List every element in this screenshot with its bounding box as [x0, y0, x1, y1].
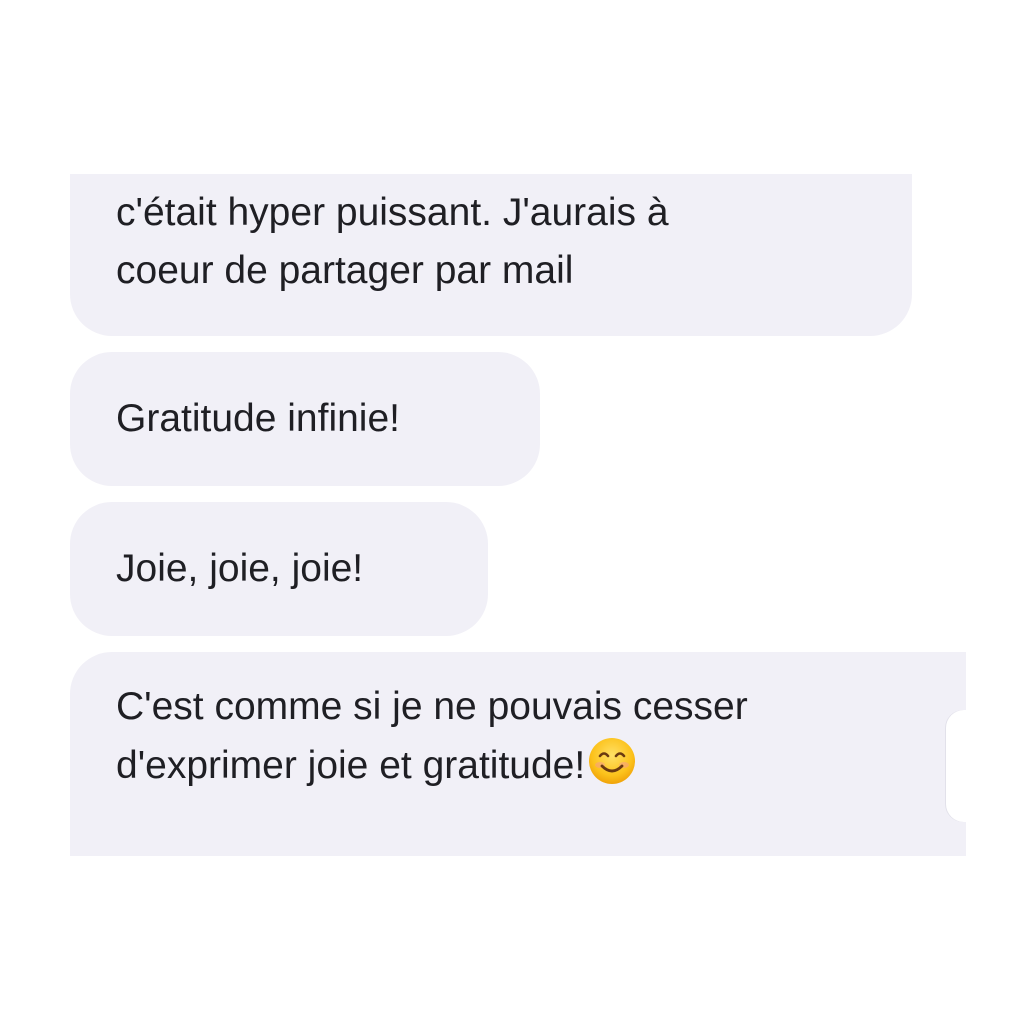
message-bubble[interactable]: c'était hyper puissant. J'aurais à coeur…: [70, 174, 912, 336]
message-thread: c'était hyper puissant. J'aurais à coeur…: [0, 174, 966, 856]
message-text-line: c'était hyper puissant. J'aurais à: [116, 191, 669, 234]
message-bubble[interactable]: Gratitude infinie!: [70, 352, 540, 486]
message-text-line: coeur de partager par mail: [116, 249, 574, 292]
smiling-face-emoji-icon: [587, 736, 637, 786]
message-text-line: Joie, joie, joie!: [116, 547, 364, 590]
message-text-line: Gratitude infinie!: [116, 397, 400, 440]
message-text-line-with-emoji: d'exprimer joie et gratitude!: [116, 736, 960, 795]
message-text-line: C'est comme si je ne pouvais cesser: [116, 685, 748, 728]
side-panel-handle[interactable]: [946, 710, 966, 822]
message-bubble[interactable]: Joie, joie, joie!: [70, 502, 488, 636]
message-bubble[interactable]: C'est comme si je ne pouvais cesser d'ex…: [70, 652, 966, 856]
message-text: d'exprimer joie et gratitude!: [116, 744, 586, 787]
